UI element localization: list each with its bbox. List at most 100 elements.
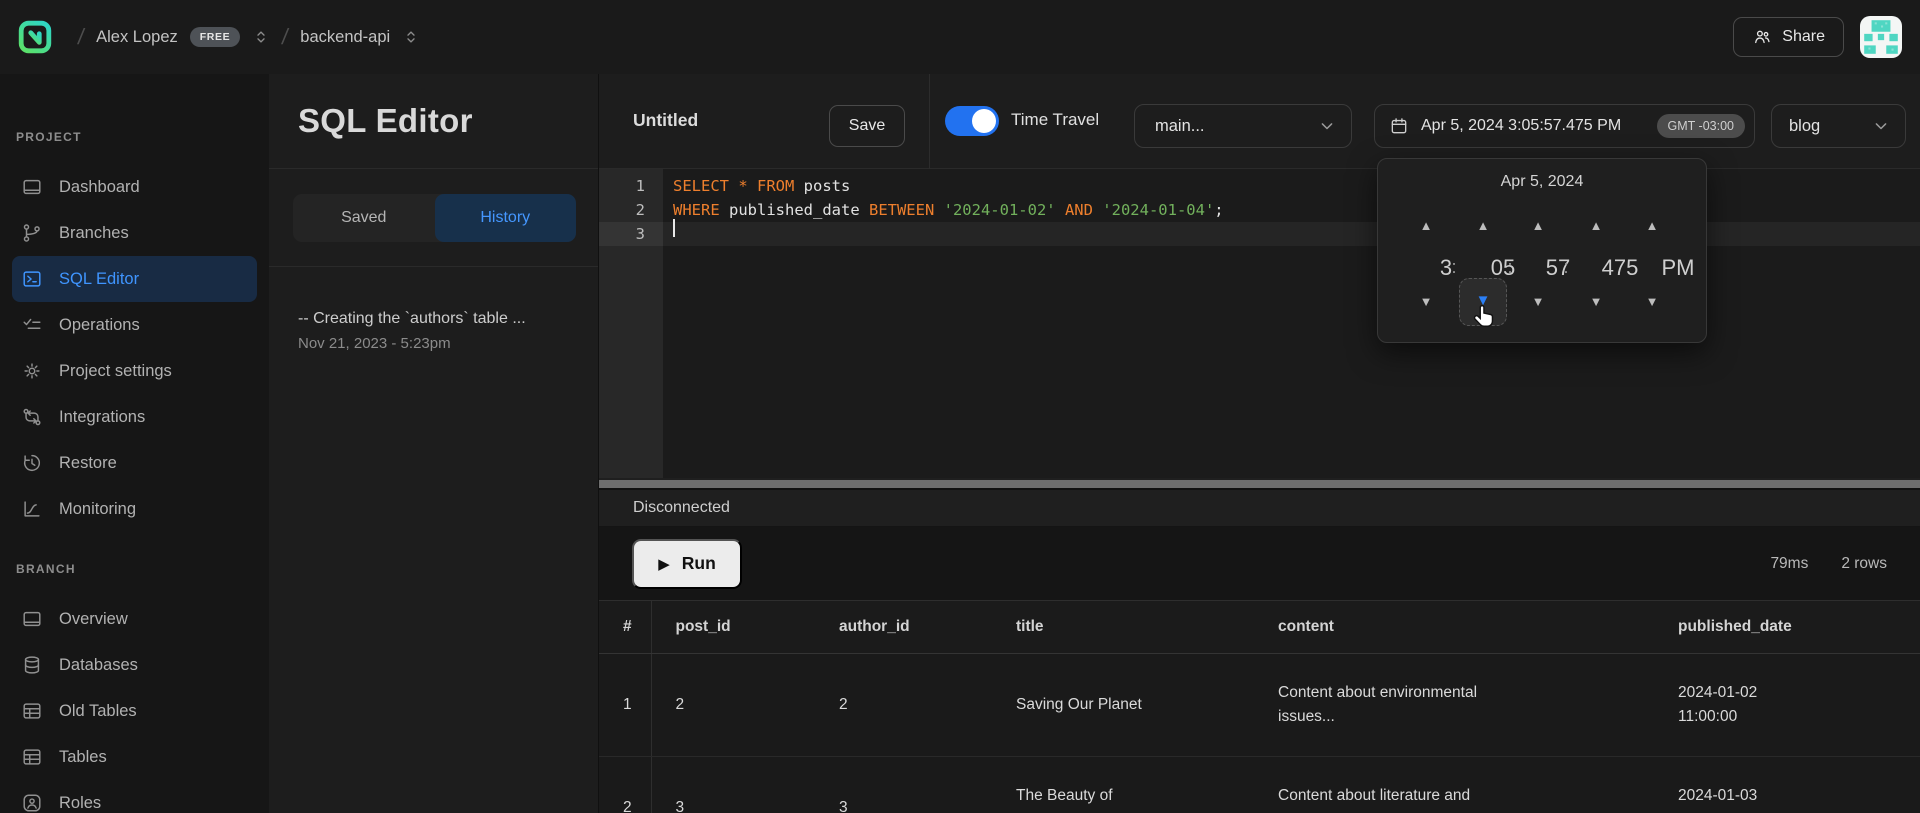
operations-icon bbox=[21, 314, 43, 336]
table-row: 1 2 2 Saving Our Planet Content about en… bbox=[599, 653, 1920, 756]
editor-toolbar: Untitled Save Time Travel main... Apr 5,… bbox=[599, 74, 1920, 169]
meridiem-down-arrow[interactable]: ▼ bbox=[1626, 291, 1678, 313]
table-row: 2 3 3 The Beauty of Poetry Content about… bbox=[599, 756, 1920, 813]
sidebar-item-operations[interactable]: Operations bbox=[12, 302, 257, 348]
line-number: 2 bbox=[599, 198, 663, 222]
minute-up-arrow[interactable]: ▲ bbox=[1463, 215, 1503, 237]
datetime-value: Apr 5, 2024 3:05:57.475 PM bbox=[1421, 117, 1621, 135]
project-switcher[interactable]: backend-api bbox=[300, 28, 420, 47]
second-up-arrow[interactable]: ▲ bbox=[1518, 215, 1558, 237]
code-text: SELECT * FROM posts bbox=[663, 174, 850, 198]
second-value: 57 bbox=[1538, 255, 1578, 281]
integrations-icon bbox=[21, 406, 43, 428]
share-button[interactable]: Share bbox=[1733, 17, 1844, 57]
breadcrumb-separator: / bbox=[76, 24, 86, 50]
neon-logo-icon[interactable] bbox=[18, 20, 52, 54]
cell-index: 2 bbox=[599, 756, 651, 813]
cell-title: Saving Our Planet bbox=[992, 653, 1254, 756]
sidebar-item-tables[interactable]: Tables bbox=[12, 734, 257, 780]
time-travel-toggle[interactable] bbox=[945, 106, 999, 136]
sidebar-item-label: SQL Editor bbox=[59, 270, 139, 289]
meridiem-up-arrow[interactable]: ▲ bbox=[1626, 215, 1678, 237]
user-icon bbox=[21, 792, 43, 813]
sidebar-item-restore[interactable]: Restore bbox=[12, 440, 257, 486]
save-button[interactable]: Save bbox=[829, 105, 905, 147]
sidebar-item-label: Branches bbox=[59, 224, 129, 243]
time-picker-date: Apr 5, 2024 bbox=[1378, 173, 1706, 191]
hour-up-arrow[interactable]: ▲ bbox=[1406, 215, 1446, 237]
sidebar-item-label: Integrations bbox=[59, 408, 145, 427]
hour-down-arrow[interactable]: ▼ bbox=[1406, 291, 1446, 313]
breadcrumb-separator: / bbox=[280, 24, 290, 50]
editor-results-resize-handle[interactable] bbox=[599, 478, 1920, 490]
org-name: Alex Lopez bbox=[96, 28, 178, 47]
database-select[interactable]: blog bbox=[1771, 104, 1906, 148]
history-item-timestamp: Nov 21, 2023 - 5:23pm bbox=[298, 335, 578, 352]
unfold-icon[interactable] bbox=[402, 28, 420, 46]
branches-icon bbox=[21, 222, 43, 244]
meridiem-value: PM bbox=[1652, 255, 1704, 281]
sidebar-item-dashboard[interactable]: Dashboard bbox=[12, 164, 257, 210]
saved-history-segmented-control: Saved History bbox=[293, 194, 576, 242]
monitoring-icon bbox=[21, 498, 43, 520]
sql-code-editor[interactable]: 1 SELECT * FROM posts 2 WHERE published_… bbox=[599, 169, 1920, 478]
panel-header: SQL Editor bbox=[269, 74, 598, 169]
sidebar-item-overview[interactable]: Overview bbox=[12, 596, 257, 642]
table-header-row: # post_id author_id title content publis… bbox=[599, 601, 1920, 653]
results-table-container: # post_id author_id title content publis… bbox=[599, 600, 1920, 813]
history-item-title: -- Creating the `authors` table ... bbox=[298, 307, 578, 331]
database-icon bbox=[21, 654, 43, 676]
sidebar-item-sql-editor[interactable]: SQL Editor bbox=[12, 256, 257, 302]
table-icon bbox=[21, 700, 43, 722]
editor-column: Untitled Save Time Travel main... Apr 5,… bbox=[598, 74, 1920, 813]
cell-post-id: 3 bbox=[651, 756, 815, 813]
hour-value: 3 bbox=[1426, 255, 1466, 281]
people-icon bbox=[1752, 27, 1772, 47]
connection-status-bar: Disconnected bbox=[599, 490, 1920, 527]
cell-published-date: 2024-01-02 11:00:00 bbox=[1654, 653, 1920, 756]
avatar[interactable] bbox=[1860, 16, 1902, 58]
table-icon bbox=[21, 746, 43, 768]
sidebar-item-databases[interactable]: Databases bbox=[12, 642, 257, 688]
sidebar: PROJECT Dashboard Branches SQL Editor Op… bbox=[0, 74, 269, 813]
branch-select-value: main... bbox=[1155, 117, 1205, 136]
sidebar-item-label: Old Tables bbox=[59, 702, 137, 721]
sidebar-item-branches[interactable]: Branches bbox=[12, 210, 257, 256]
avatar-identicon bbox=[1860, 16, 1902, 58]
tab-history[interactable]: History bbox=[435, 194, 577, 242]
millisecond-up-arrow[interactable]: ▲ bbox=[1572, 215, 1620, 237]
unfold-icon[interactable] bbox=[252, 28, 270, 46]
sidebar-item-label: Tables bbox=[59, 748, 107, 767]
run-button[interactable]: ▶ Run bbox=[632, 539, 742, 589]
sidebar-section-branch: BRANCH Overview Databases Old Tables Tab… bbox=[0, 562, 269, 813]
code-line-3-current: 3 bbox=[599, 222, 1920, 246]
query-stats: 79ms 2 rows bbox=[1770, 555, 1887, 573]
history-list-item[interactable]: -- Creating the `authors` table ... Nov … bbox=[269, 267, 598, 352]
code-line-1: 1 SELECT * FROM posts bbox=[599, 174, 1920, 198]
time-separator: : bbox=[1560, 257, 1572, 278]
database-select-value: blog bbox=[1789, 117, 1820, 136]
sidebar-item-label: Operations bbox=[59, 316, 140, 335]
time-separator: : bbox=[1504, 257, 1516, 278]
sidebar-item-monitoring[interactable]: Monitoring bbox=[12, 486, 257, 532]
code-line-2: 2 WHERE published_date BETWEEN '2024-01-… bbox=[599, 198, 1920, 222]
column-header-content: content bbox=[1254, 601, 1654, 653]
sidebar-item-integrations[interactable]: Integrations bbox=[12, 394, 257, 440]
mouse-hand-cursor bbox=[1472, 304, 1498, 332]
sidebar-item-roles[interactable]: Roles bbox=[12, 780, 257, 813]
query-duration: 79ms bbox=[1770, 555, 1808, 573]
sidebar-item-label: Overview bbox=[59, 610, 128, 629]
branch-select[interactable]: main... bbox=[1134, 104, 1352, 148]
sidebar-item-project-settings[interactable]: Project settings bbox=[12, 348, 257, 394]
tab-saved[interactable]: Saved bbox=[293, 194, 435, 242]
millisecond-down-arrow[interactable]: ▼ bbox=[1572, 291, 1620, 313]
sidebar-item-old-tables[interactable]: Old Tables bbox=[12, 688, 257, 734]
org-switcher[interactable]: Alex Lopez FREE bbox=[96, 27, 270, 47]
second-down-arrow[interactable]: ▼ bbox=[1518, 291, 1558, 313]
datetime-picker-button[interactable]: Apr 5, 2024 3:05:57.475 PM GMT -03:00 bbox=[1374, 104, 1755, 148]
run-bar: ▶ Run 79ms 2 rows bbox=[599, 527, 1920, 600]
column-header-published-date: published_date bbox=[1654, 601, 1920, 653]
toolbar-divider bbox=[929, 74, 930, 169]
top-bar: / Alex Lopez FREE / backend-api Share bbox=[0, 0, 1920, 74]
sql-editor-icon bbox=[21, 268, 43, 290]
